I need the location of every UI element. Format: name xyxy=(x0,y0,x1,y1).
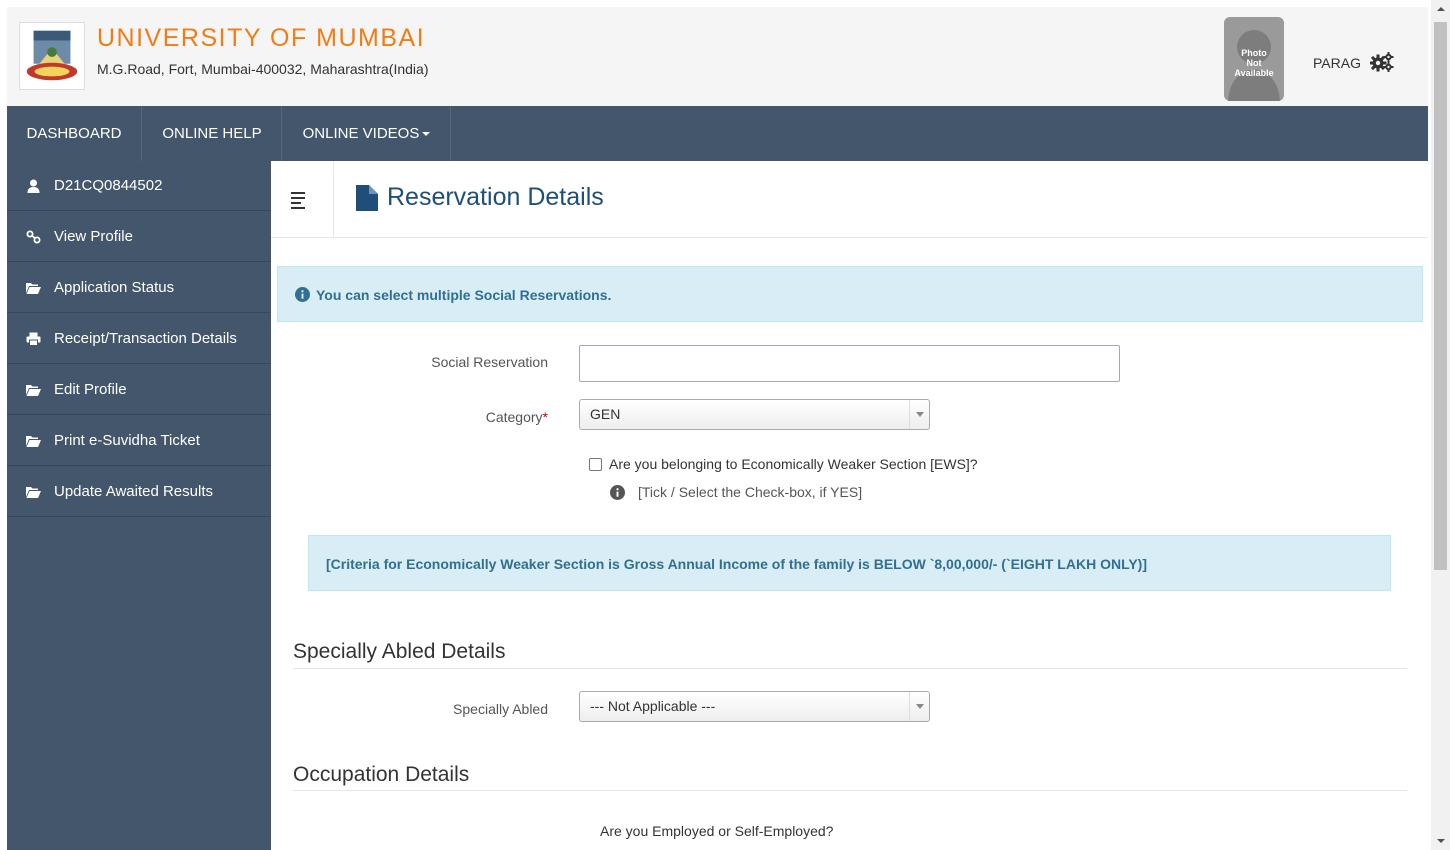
page-header: UNIVERSITY OF MUMBAI M.G.Road, Fort, Mum… xyxy=(7,7,1428,106)
sidebar-item-print-esuvidha[interactable]: Print e-Suvidha Ticket xyxy=(7,416,271,466)
gears-icon[interactable] xyxy=(1370,51,1394,73)
folder-open-icon xyxy=(26,436,41,447)
chevron-down-icon xyxy=(909,400,929,429)
info-icon xyxy=(610,485,625,500)
sidebar-item-label: D21CQ0844502 xyxy=(54,177,163,194)
user-name[interactable]: PARAG xyxy=(1313,55,1361,71)
sidebar-item-edit-profile[interactable]: Edit Profile xyxy=(7,365,271,415)
required-mark: * xyxy=(542,409,548,425)
info-alert-text: You can select multiple Social Reservati… xyxy=(316,287,612,303)
sidebar-item-application-status[interactable]: Application Status xyxy=(7,263,271,313)
sidebar-item-label: Update Awaited Results xyxy=(54,483,213,500)
hamburger-line-icon xyxy=(291,197,305,199)
social-reservation-label: Social Reservation xyxy=(431,354,548,370)
page-title: Reservation Details xyxy=(387,183,604,211)
info-icon xyxy=(295,287,310,302)
nav-online-videos-label: ONLINE VIDEOS xyxy=(302,125,420,142)
nav-dashboard[interactable]: DASHBOARD xyxy=(7,106,142,161)
university-address: M.G.Road, Fort, Mumbai-400032, Maharasht… xyxy=(97,61,429,77)
sidebar-item-receipt-transaction[interactable]: Receipt/Transaction Details xyxy=(7,314,271,364)
caret-down-icon xyxy=(422,132,431,137)
folder-open-icon xyxy=(26,487,41,498)
sidebar-item-update-awaited-results[interactable]: Update Awaited Results xyxy=(7,467,271,517)
hamburger-line-icon xyxy=(291,207,305,209)
link-icon xyxy=(26,230,41,244)
info-alert: You can select multiple Social Reservati… xyxy=(277,266,1423,322)
ews-criteria-text: [Criteria for Economically Weaker Sectio… xyxy=(326,556,1147,572)
university-name: UNIVERSITY OF MUMBAI xyxy=(97,24,426,52)
print-icon xyxy=(26,332,41,346)
hamburger-line-icon xyxy=(291,192,305,194)
sidebar-item-label: Edit Profile xyxy=(54,381,127,398)
specially-abled-section-title: Specially Abled Details xyxy=(293,640,506,663)
sidebar-item-user-id[interactable]: D21CQ0844502 xyxy=(7,161,271,211)
specially-abled-selected-value: --- Not Applicable --- xyxy=(590,698,716,714)
top-navigation: DASHBOARD ONLINE HELP ONLINE VIDEOS xyxy=(7,106,1428,161)
section-divider xyxy=(293,790,1407,791)
sidebar-item-view-profile[interactable]: View Profile xyxy=(7,212,271,262)
nav-online-help[interactable]: ONLINE HELP xyxy=(143,106,282,161)
ews-hint-text: [Tick / Select the Check-box, if YES] xyxy=(638,484,863,500)
content-header: Reservation Details xyxy=(271,161,1428,238)
folder-open-icon xyxy=(26,283,41,294)
social-reservation-input[interactable] xyxy=(579,345,1120,382)
employment-question: Are you Employed or Self-Employed? xyxy=(600,823,834,839)
section-divider xyxy=(293,668,1407,669)
specially-abled-label: Specially Abled xyxy=(453,701,548,717)
photo-not-available-text: Photo Not Available xyxy=(1234,48,1274,78)
ews-criteria-alert: [Criteria for Economically Weaker Sectio… xyxy=(308,535,1391,591)
sidebar-item-label: View Profile xyxy=(54,228,133,245)
category-select[interactable]: GEN xyxy=(579,399,930,430)
sidebar-item-label: Receipt/Transaction Details xyxy=(54,330,237,347)
occupation-section-title: Occupation Details xyxy=(293,763,470,786)
ews-checkbox-label[interactable]: Are you belonging to Economically Weaker… xyxy=(609,456,978,472)
specially-abled-select[interactable]: --- Not Applicable --- xyxy=(579,691,930,722)
scrollbar-thumb[interactable] xyxy=(1434,22,1447,570)
sidebar-item-label: Print e-Suvidha Ticket xyxy=(54,432,200,449)
scroll-up-button[interactable] xyxy=(1431,0,1450,17)
user-photo-placeholder: Photo Not Available xyxy=(1224,17,1284,101)
menu-toggle-button[interactable] xyxy=(271,161,334,237)
user-icon xyxy=(27,179,40,193)
university-logo xyxy=(19,22,85,90)
category-selected-value: GEN xyxy=(590,406,621,422)
page-scrollbar[interactable] xyxy=(1431,0,1450,850)
ews-checkbox[interactable] xyxy=(589,458,602,471)
document-icon xyxy=(356,185,378,211)
sidebar-item-label: Application Status xyxy=(54,279,175,296)
chevron-down-icon xyxy=(909,692,929,721)
category-label: Category* xyxy=(485,409,548,425)
folder-open-icon xyxy=(26,385,41,396)
scroll-down-button[interactable] xyxy=(1431,833,1450,850)
nav-online-videos[interactable]: ONLINE VIDEOS xyxy=(283,106,451,161)
sidebar: D21CQ0844502 View Profile Application St… xyxy=(7,161,271,850)
hamburger-line-icon xyxy=(291,202,301,204)
